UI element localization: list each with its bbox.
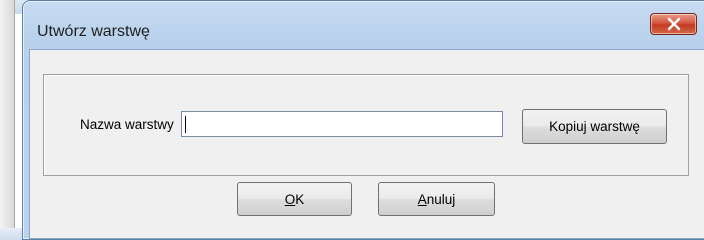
cancel-label-rest: nuluj: [426, 191, 456, 207]
ok-button[interactable]: OK: [237, 182, 352, 216]
dialog-title: Utwórz warstwę: [37, 23, 150, 40]
copy-layer-button[interactable]: Kopiuj warstwę: [522, 109, 667, 144]
dialog-client-area: Nazwa warstwy Kopiuj warstwę OK Anuluj: [29, 49, 704, 239]
title-bar[interactable]: Utwórz warstwę: [23, 1, 704, 49]
create-layer-dialog: Utwórz warstwę Nazwa warstwy Kopiuj wars…: [22, 0, 704, 240]
cancel-button[interactable]: Anuluj: [378, 182, 495, 216]
text-caret: [185, 116, 186, 133]
ok-label-rest: K: [295, 191, 305, 207]
close-icon: [667, 17, 680, 31]
ok-mnemonic: O: [284, 191, 296, 207]
layer-name-label: Nazwa warstwy: [80, 117, 174, 132]
close-button[interactable]: [650, 13, 697, 35]
layer-name-input[interactable]: [181, 111, 503, 137]
cancel-mnemonic: A: [417, 191, 427, 207]
background-window-frame: [0, 0, 15, 240]
